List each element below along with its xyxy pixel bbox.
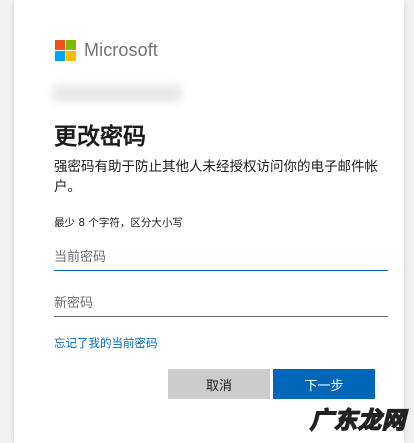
dialog-card: Microsoft 更改密码 强密码有助于防止其他人未经授权访问你的电子邮件帐户… — [14, 0, 404, 443]
cancel-button[interactable]: 取消 — [168, 369, 270, 399]
microsoft-logo: Microsoft — [55, 40, 158, 61]
new-password-input[interactable] — [54, 290, 388, 317]
microsoft-logo-icon — [55, 40, 76, 61]
watermark: 广东龙网 — [309, 407, 406, 435]
brand-name: Microsoft — [84, 40, 158, 60]
current-password-input[interactable] — [54, 244, 388, 271]
next-button[interactable]: 下一步 — [273, 369, 375, 399]
forgot-password-link[interactable]: 忘记了我的当前密码 — [54, 335, 158, 351]
page-description: 强密码有助于防止其他人未经授权访问你的电子邮件帐户。 — [54, 159, 378, 195]
page-title: 更改密码 — [54, 124, 146, 150]
blurred-account-email — [52, 84, 182, 102]
password-hint: 最少 8 个字符，区分大小写 — [54, 217, 183, 229]
